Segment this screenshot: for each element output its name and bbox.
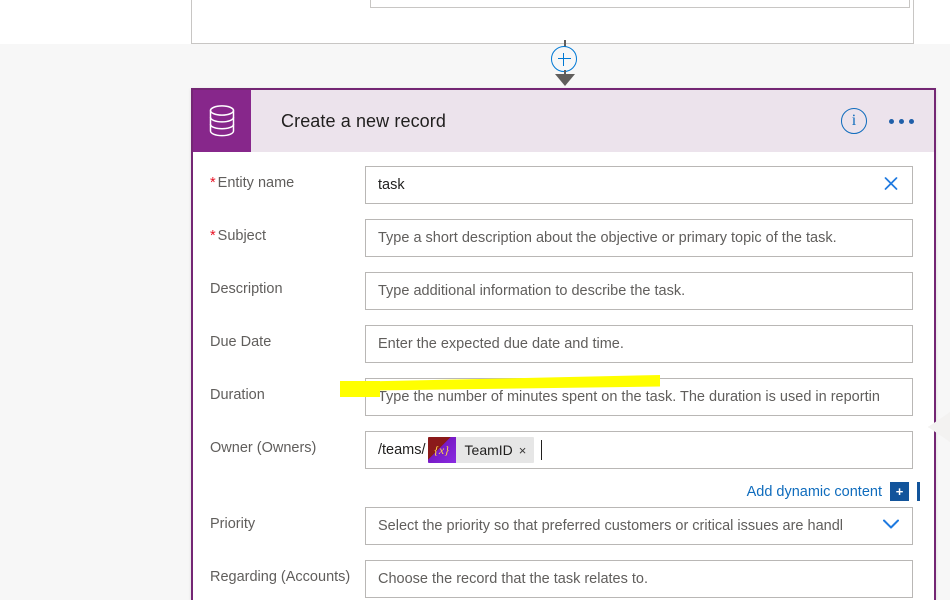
dynamic-content-token[interactable]: {x} TeamID ×: [427, 437, 535, 463]
arrow-down-icon: [555, 74, 575, 86]
due-date-placeholder: Enter the expected due date and time.: [378, 336, 624, 352]
field-label-owner: Owner (Owners): [210, 440, 317, 456]
add-dynamic-content-caret: [917, 482, 920, 501]
owner-input[interactable]: /teams/ {x} TeamID ×: [365, 431, 913, 469]
field-label-entity-name: * Entity name: [210, 175, 295, 191]
dynamic-content-icon: {x}: [427, 437, 456, 463]
description-input[interactable]: Type additional information to describe …: [365, 272, 913, 310]
owner-prefix-text: /teams/: [378, 442, 426, 458]
field-label-due-date: Due Date: [210, 334, 272, 350]
priority-dropdown[interactable]: Select the priority so that preferred cu…: [365, 507, 913, 545]
entity-name-value: task: [378, 177, 405, 193]
field-label-description: Description: [210, 281, 283, 297]
priority-placeholder: Select the priority so that preferred cu…: [378, 518, 844, 534]
description-placeholder: Type additional information to describe …: [378, 283, 686, 299]
previous-action-field[interactable]: fx first(...) ×: [370, 0, 910, 8]
form-row-entity-name: * Entity name task: [193, 166, 934, 210]
regarding-accounts-input[interactable]: Choose the record that the task relates …: [365, 560, 913, 598]
flow-designer-canvas: fx first(...) × Create a new record i: [0, 0, 950, 600]
subject-input[interactable]: Type a short description about the objec…: [365, 219, 913, 257]
form-row-description: Description Type additional information …: [193, 272, 934, 316]
add-dynamic-content-link[interactable]: Add dynamic content: [747, 484, 882, 500]
due-date-input[interactable]: Enter the expected due date and time.: [365, 325, 913, 363]
form-row-due-date: Due Date Enter the expected due date and…: [193, 325, 934, 369]
add-dynamic-content-plus-icon[interactable]: +: [890, 482, 909, 501]
field-label-subject: * Subject: [210, 228, 267, 244]
subject-placeholder: Type a short description about the objec…: [378, 230, 837, 246]
card-header[interactable]: Create a new record i: [193, 90, 934, 152]
duration-placeholder: Type the number of minutes spent on the …: [378, 389, 880, 405]
duration-input[interactable]: Type the number of minutes spent on the …: [365, 378, 913, 416]
required-indicator: *: [210, 228, 216, 244]
card-title: Create a new record: [281, 110, 446, 131]
form-row-regarding-accounts: Regarding (Accounts) Choose the record t…: [193, 560, 934, 600]
regarding-accounts-placeholder: Choose the record that the task relates …: [378, 571, 649, 587]
create-record-action-card: Create a new record i *Entity name task: [191, 88, 936, 600]
field-label-priority: Priority: [210, 516, 256, 532]
dynamic-content-token-remove-icon[interactable]: ×: [519, 443, 535, 458]
text-caret: [541, 440, 543, 460]
required-indicator: *: [210, 175, 216, 191]
field-label-duration: Duration: [210, 387, 265, 403]
more-options-icon[interactable]: [889, 118, 914, 124]
form-row-subject: * Subject Type a short description about …: [193, 219, 934, 263]
add-step-button[interactable]: [551, 46, 577, 72]
dynamic-content-token-label: TeamID: [464, 442, 513, 458]
form-row-duration: Duration Type the number of minutes spen…: [193, 378, 934, 422]
add-dynamic-content-row[interactable]: Add dynamic content +: [747, 482, 920, 501]
card-body: * Entity name task * Subject Type a short …: [193, 152, 934, 600]
chevron-down-icon[interactable]: [882, 517, 900, 535]
form-row-priority: Priority Select the priority so that pre…: [193, 507, 934, 551]
info-icon[interactable]: i: [841, 108, 867, 134]
close-icon[interactable]: [883, 176, 899, 195]
entity-name-input[interactable]: task: [365, 166, 913, 204]
database-icon: [193, 90, 251, 152]
form-row-owner: Owner (Owners) /teams/ {x} TeamID ×: [193, 431, 934, 475]
field-label-regarding-accounts: Regarding (Accounts): [210, 569, 351, 585]
